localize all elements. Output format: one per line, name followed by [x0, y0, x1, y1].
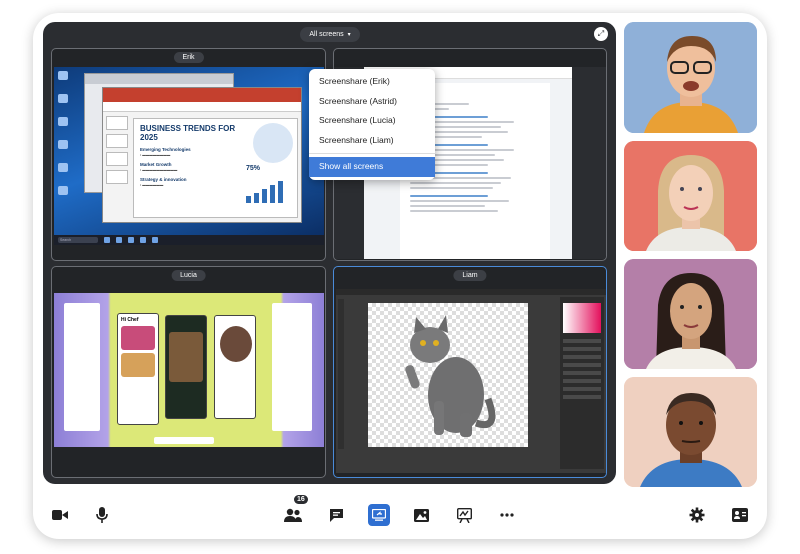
- dropdown-divider: [309, 153, 435, 154]
- participants-count-badge: 16: [294, 495, 308, 504]
- participant-avatar-3: [624, 259, 757, 369]
- presentation-window: BUSINESS TRENDS FOR 2025 Emerging Techno…: [102, 87, 302, 223]
- screen-selector-label: All screens: [309, 31, 344, 38]
- more-options-button[interactable]: [496, 504, 518, 526]
- participant-video-1[interactable]: [624, 22, 757, 133]
- desktop-icons: [58, 71, 72, 195]
- user-panel-icon: [732, 508, 748, 522]
- dropdown-item-erik[interactable]: Screenshare (Erik): [309, 72, 435, 92]
- microphone-icon: [96, 507, 108, 523]
- gear-icon: [689, 507, 705, 523]
- screen-tile-liam[interactable]: Liam: [333, 266, 607, 478]
- tile-label-liam: Liam: [453, 270, 487, 281]
- design-frame-2: [165, 315, 207, 419]
- layers-panel: [64, 303, 100, 431]
- screenshare-stage: All screens ▾ ⤢ Erik BUSINESS TRENDS FOR…: [43, 22, 616, 484]
- participant-avatar-4: [624, 377, 757, 487]
- dropdown-item-liam[interactable]: Screenshare (Liam): [309, 131, 435, 151]
- lucia-design-screen: Hi Chef: [54, 293, 324, 447]
- design-frame-3: [214, 315, 256, 419]
- design-toolbar: [154, 437, 214, 444]
- settings-button[interactable]: [686, 504, 708, 526]
- expand-icon[interactable]: ⤢: [594, 27, 608, 41]
- screenshare-button[interactable]: [368, 504, 390, 526]
- presentation-slide: BUSINESS TRENDS FOR 2025 Emerging Techno…: [133, 118, 298, 218]
- tools-panel: [338, 299, 344, 449]
- slide-stat: 75%: [246, 165, 261, 172]
- color-panel: [560, 297, 604, 469]
- slide-heading-2: Market Growth: [140, 162, 172, 167]
- whiteboard-button[interactable]: [453, 504, 475, 526]
- meeting-controls-bar: 16: [33, 491, 767, 539]
- whiteboard-icon: [456, 507, 472, 523]
- chat-icon: [329, 508, 343, 522]
- screen-selector-button[interactable]: All screens ▾: [300, 27, 360, 42]
- microphone-button[interactable]: [91, 504, 113, 526]
- participant-video-3[interactable]: [624, 259, 757, 369]
- photo-canvas: [368, 303, 528, 447]
- dropdown-item-show-all[interactable]: Show all screens: [309, 157, 435, 177]
- participants-button[interactable]: 16: [282, 495, 308, 526]
- chat-button[interactable]: [325, 504, 347, 526]
- participant-video-4[interactable]: [624, 377, 757, 487]
- slide-bar-chart: [246, 181, 283, 203]
- participant-avatar-2: [624, 141, 757, 251]
- screen-tile-lucia[interactable]: Lucia Hi Chef: [51, 266, 326, 478]
- cat-image: [405, 315, 496, 437]
- dropdown-item-lucia[interactable]: Screenshare (Lucia): [309, 111, 435, 131]
- background-button[interactable]: [410, 504, 432, 526]
- image-icon: [413, 508, 429, 522]
- slide-title: BUSINESS TRENDS FOR 2025: [140, 124, 236, 142]
- taskbar-search: Search: [58, 237, 98, 243]
- liam-photo-editor-screen: [336, 289, 606, 473]
- dropdown-item-astrid[interactable]: Screenshare (Astrid): [309, 92, 435, 112]
- erik-desktop-screen: BUSINESS TRENDS FOR 2025 Emerging Techno…: [54, 67, 324, 245]
- more-icon: [500, 513, 514, 517]
- screen-tile-erik[interactable]: Erik BUSINESS TRENDS FOR 2025 Emerging T…: [51, 48, 326, 261]
- camera-icon: [52, 510, 68, 520]
- properties-panel: [272, 303, 312, 431]
- design-frame-1: Hi Chef: [117, 313, 159, 425]
- taskbar: Search: [54, 235, 324, 245]
- people-icon: [284, 508, 302, 522]
- screenshare-icon: [372, 509, 386, 521]
- participant-avatar-1: [624, 22, 757, 133]
- design-frame-title: Hi Chef: [121, 317, 139, 323]
- meeting-app: All screens ▾ ⤢ Erik BUSINESS TRENDS FOR…: [33, 13, 767, 539]
- participant-video-2[interactable]: [624, 141, 757, 251]
- tile-label-lucia: Lucia: [171, 270, 206, 281]
- participant-panel-button[interactable]: [729, 504, 751, 526]
- camera-button[interactable]: [49, 504, 71, 526]
- tile-label-erik: Erik: [173, 52, 204, 63]
- screen-selector-dropdown: Screenshare (Erik) Screenshare (Astrid) …: [309, 69, 435, 180]
- chevron-down-icon: ▾: [347, 32, 351, 38]
